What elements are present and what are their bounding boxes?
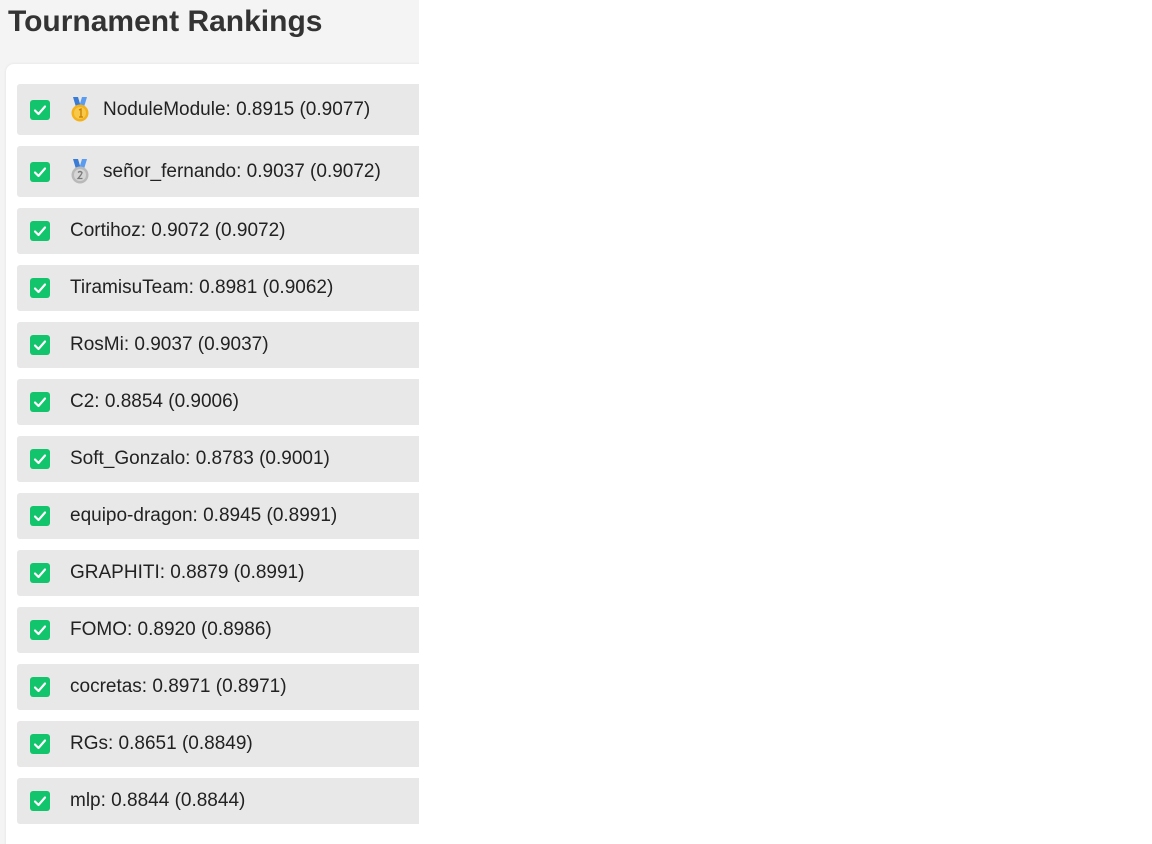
- ranking-row-c2[interactable]: C2: 0.8854 (0.9006): [17, 379, 419, 425]
- checkbox-checked-icon[interactable]: [30, 449, 50, 469]
- rankings-list: NoduleModule: 0.8915 (0.9077) señor_fern…: [6, 64, 419, 844]
- ranking-row-rgs[interactable]: RGs: 0.8651 (0.8849): [17, 721, 419, 767]
- gold-medal-icon: [69, 96, 91, 123]
- ranking-row-senor-fernando[interactable]: señor_fernando: 0.9037 (0.9072): [17, 146, 419, 197]
- ranking-label: RosMi: 0.9037 (0.9037): [70, 334, 269, 355]
- ranking-label: Cortihoz: 0.9072 (0.9072): [70, 220, 286, 241]
- ranking-label: Soft_Gonzalo: 0.8783 (0.9001): [70, 448, 330, 469]
- ranking-label: FOMO: 0.8920 (0.8986): [70, 619, 272, 640]
- ranking-label: NoduleModule: 0.8915 (0.9077): [103, 98, 371, 120]
- checkbox-checked-icon[interactable]: [30, 620, 50, 640]
- checkbox-checked-icon[interactable]: [30, 278, 50, 298]
- ranking-label: GRAPHITI: 0.8879 (0.8991): [70, 562, 305, 583]
- ranking-row-cocretas[interactable]: cocretas: 0.8971 (0.8971): [17, 664, 419, 710]
- checkbox-checked-icon[interactable]: [30, 677, 50, 697]
- checkbox-checked-icon[interactable]: [30, 221, 50, 241]
- rankings-panel: Tournament Rankings NoduleModule: 0.8915…: [0, 0, 419, 844]
- ranking-row-mlp[interactable]: mlp: 0.8844 (0.8844): [17, 778, 419, 824]
- checkbox-checked-icon[interactable]: [30, 161, 50, 182]
- ranking-row-soft-gonzalo[interactable]: Soft_Gonzalo: 0.8783 (0.9001): [17, 436, 419, 482]
- ranking-label: mlp: 0.8844 (0.8844): [70, 790, 246, 811]
- ranking-row-graphiti[interactable]: GRAPHITI: 0.8879 (0.8991): [17, 550, 419, 596]
- ranking-label: C2: 0.8854 (0.9006): [70, 391, 240, 412]
- checkbox-checked-icon[interactable]: [30, 335, 50, 355]
- checkbox-checked-icon[interactable]: [30, 506, 50, 526]
- ranking-label: equipo-dragon: 0.8945 (0.8991): [70, 505, 338, 526]
- ranking-label: señor_fernando: 0.9037 (0.9072): [103, 160, 381, 182]
- ranking-row-rosmi[interactable]: RosMi: 0.9037 (0.9037): [17, 322, 419, 368]
- checkbox-checked-icon[interactable]: [30, 392, 50, 412]
- ranking-label: RGs: 0.8651 (0.8849): [70, 733, 253, 754]
- ranking-row-equipo-dragon[interactable]: equipo-dragon: 0.8945 (0.8991): [17, 493, 419, 539]
- checkbox-checked-icon[interactable]: [30, 734, 50, 754]
- ranking-label: cocretas: 0.8971 (0.8971): [70, 676, 287, 697]
- page-title: Tournament Rankings: [8, 5, 323, 38]
- ranking-row-fomo[interactable]: FOMO: 0.8920 (0.8986): [17, 607, 419, 653]
- checkbox-checked-icon[interactable]: [30, 99, 50, 120]
- silver-medal-icon: [69, 158, 91, 185]
- ranking-row-cortihoz[interactable]: Cortihoz: 0.9072 (0.9072): [17, 208, 419, 254]
- ranking-row-tiramisuteam[interactable]: TiramisuTeam: 0.8981 (0.9062): [17, 265, 419, 311]
- ranking-label: TiramisuTeam: 0.8981 (0.9062): [70, 277, 334, 298]
- ranking-row-nodulemodule[interactable]: NoduleModule: 0.8915 (0.9077): [17, 84, 419, 135]
- checkbox-checked-icon[interactable]: [30, 791, 50, 811]
- checkbox-checked-icon[interactable]: [30, 563, 50, 583]
